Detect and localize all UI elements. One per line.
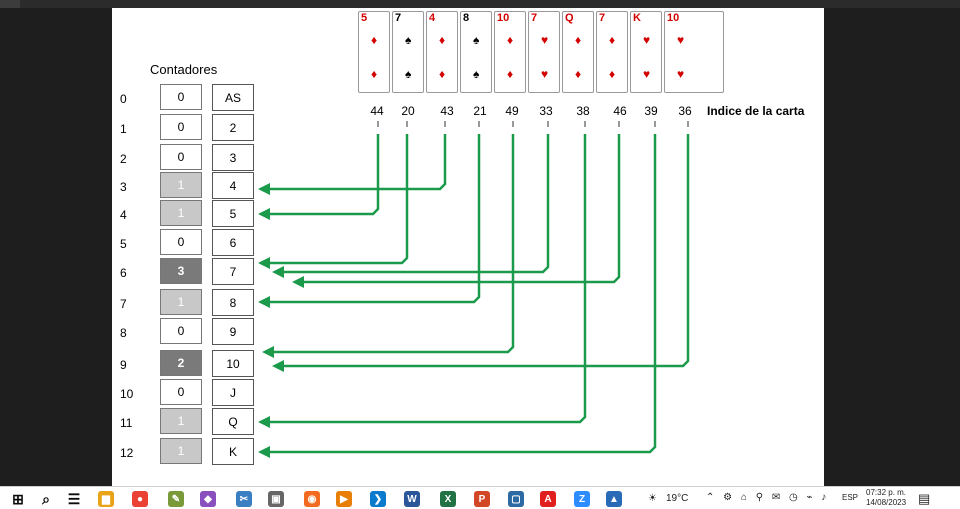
- clock-date[interactable]: 14/08/2023: [866, 498, 906, 507]
- search-icon[interactable]: ⌕: [38, 491, 54, 507]
- mapping-arrow-line: [268, 134, 657, 454]
- powerpoint-icon[interactable]: P: [474, 491, 490, 507]
- chrome-icon[interactable]: ●: [132, 491, 148, 507]
- paint-icon[interactable]: ✂: [236, 491, 252, 507]
- zoom-icon[interactable]: Z: [574, 491, 590, 507]
- word-icon[interactable]: W: [404, 491, 420, 507]
- photos-icon[interactable]: ▲: [606, 491, 622, 507]
- mapping-arrow-line: [302, 134, 621, 284]
- arrow-head: [258, 208, 270, 220]
- arrow-head: [272, 360, 284, 372]
- mapping-arrow-line: [282, 134, 550, 274]
- arrow-head: [272, 266, 284, 278]
- mapping-arrow-line: [272, 134, 515, 354]
- snipping-tool-icon[interactable]: ▣: [268, 491, 284, 507]
- mapping-arrow-line: [268, 134, 380, 216]
- arrow-head: [258, 416, 270, 428]
- notification-icon[interactable]: ▤: [918, 491, 930, 507]
- box-icon[interactable]: ▢: [508, 491, 524, 507]
- clock-time[interactable]: 07:32 p. m.: [866, 488, 906, 497]
- windows-icon[interactable]: ⊞: [10, 491, 26, 507]
- language-indicator[interactable]: ESP: [842, 493, 858, 502]
- arrow-head: [262, 346, 274, 358]
- weather-temp[interactable]: 19°C: [666, 493, 688, 504]
- arrow-head: [258, 257, 270, 269]
- acrobat-icon[interactable]: A: [540, 491, 556, 507]
- weather-icon[interactable]: ☀: [648, 493, 657, 504]
- mapping-arrows: [258, 121, 690, 458]
- media-icon[interactable]: ▶: [336, 491, 352, 507]
- arrow-head: [258, 446, 270, 458]
- arrow-head: [258, 296, 270, 308]
- mapping-arrow-line: [268, 134, 447, 191]
- mapping-arrow-line: [268, 134, 481, 304]
- file-explorer-icon[interactable]: ▆: [98, 491, 114, 507]
- excel-icon[interactable]: X: [440, 491, 456, 507]
- vscode-icon[interactable]: ❯: [370, 491, 386, 507]
- tray-icons[interactable]: ⌃ ⚙ ⌂ ⚲ ✉ ◷ ⌁ ♪: [706, 492, 829, 503]
- mapping-arrow-line: [268, 134, 409, 265]
- arrow-head: [292, 276, 304, 288]
- visual-studio-icon[interactable]: ◆: [200, 491, 216, 507]
- task-view-icon[interactable]: ☰: [66, 491, 82, 507]
- taskbar: ⊞ ⌕ ☰ ▆ ● ✎ ◆ ✂ ▣ ◉ ▶ ❯ W X P ▢ A Z ▲ ☀ 19°C ⌃ ⚙ ⌂ ⚲ ✉ ◷ ⌁…: [0, 486, 960, 509]
- mapping-arrow-line: [282, 134, 690, 368]
- notepad-icon[interactable]: ✎: [168, 491, 184, 507]
- mapping-arrow-line: [268, 134, 587, 424]
- arrow-head: [258, 183, 270, 195]
- circle-app-icon[interactable]: ◉: [304, 491, 320, 507]
